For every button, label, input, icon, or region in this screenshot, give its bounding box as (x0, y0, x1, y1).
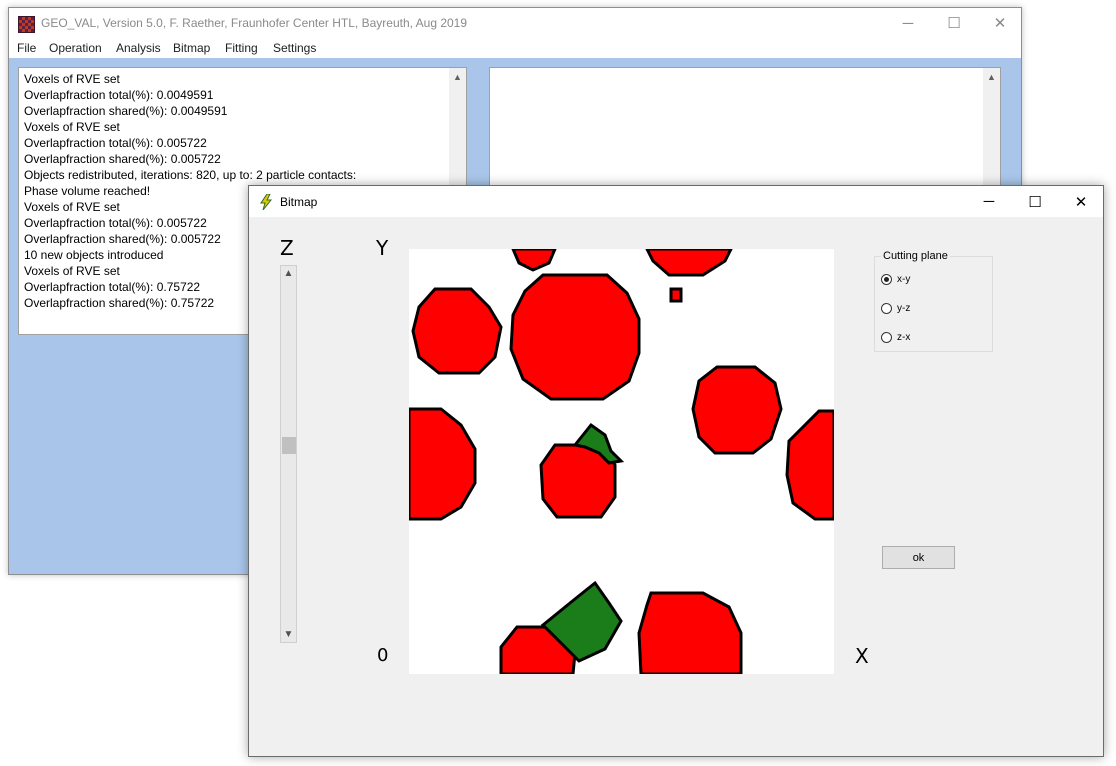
particle (411, 287, 503, 375)
particle (669, 287, 683, 303)
bitmap-dialog: Bitmap ─ ☐ ✕ Z Y 0 X ▲ ▼ Cutting plane x… (248, 185, 1104, 757)
menu-bitmap[interactable]: Bitmap (173, 41, 210, 55)
app-icon (18, 16, 35, 33)
menu-file[interactable]: File (17, 41, 36, 55)
radio-yz-label[interactable]: y-z (897, 303, 910, 314)
scroll-up-arrow-icon[interactable]: ▲ (449, 68, 466, 85)
bitmap-title: Bitmap (280, 195, 318, 209)
log-line: Objects redistributed, iterations: 820, … (24, 168, 357, 182)
close-button[interactable]: ✕ (1058, 186, 1104, 217)
x-axis-label: X (855, 644, 869, 668)
log-line: Overlapfraction total(%): 0.005722 (24, 136, 207, 150)
minimize-button[interactable]: ─ (885, 8, 931, 38)
radio-xy-label[interactable]: x-y (897, 274, 910, 285)
cutting-plane-group: Cutting plane x-y y-z z-x (874, 250, 993, 352)
menu-bar: File Operation Analysis Bitmap Fitting S… (9, 38, 1021, 58)
radio-yz-button[interactable] (881, 302, 892, 314)
scroll-up-arrow-icon[interactable]: ▲ (281, 266, 296, 281)
z-axis-label: Z (280, 236, 294, 260)
origin-label: 0 (377, 645, 389, 666)
main-window-title: GEO_VAL, Version 5.0, F. Raether, Fraunh… (41, 16, 468, 30)
particle (409, 407, 477, 521)
menu-fitting[interactable]: Fitting (225, 41, 258, 55)
bitmap-titlebar[interactable]: Bitmap ─ ☐ ✕ (249, 186, 1103, 217)
menu-operation[interactable]: Operation (49, 41, 102, 55)
close-button[interactable]: ✕ (977, 8, 1023, 38)
particle (511, 249, 557, 272)
z-scroll-thumb[interactable] (282, 436, 296, 454)
radio-yz[interactable]: y-z (881, 300, 910, 316)
log-line: Voxels of RVE set (24, 72, 120, 86)
lightning-icon (258, 194, 274, 210)
minimize-button[interactable]: ─ (966, 186, 1012, 217)
log-line: Voxels of RVE set (24, 120, 120, 134)
maximize-button[interactable]: ☐ (1012, 186, 1058, 217)
cutting-plane-legend: Cutting plane (881, 250, 950, 262)
log-line: Overlapfraction total(%): 0.0049591 (24, 88, 214, 102)
y-axis-label: Y (376, 236, 389, 260)
log-line: Overlapfraction shared(%): 0.005722 (24, 152, 221, 166)
radio-xy[interactable]: x-y (881, 271, 910, 287)
radio-zx-button[interactable] (881, 331, 892, 343)
bitmap-image[interactable] (409, 249, 834, 674)
particle (785, 409, 834, 521)
scroll-up-arrow-icon[interactable]: ▲ (983, 68, 1000, 85)
log-line: Overlapfraction shared(%): 0.0049591 (24, 104, 228, 118)
radio-xy-button[interactable] (881, 273, 892, 285)
ok-button[interactable]: ok (882, 546, 955, 569)
main-titlebar[interactable]: GEO_VAL, Version 5.0, F. Raether, Fraunh… (9, 8, 1021, 38)
particle (509, 273, 641, 401)
z-slice-scrollbar[interactable]: ▲ ▼ (280, 265, 297, 643)
maximize-button[interactable]: ☐ (931, 8, 977, 38)
particle (645, 249, 733, 277)
particle (691, 365, 783, 455)
radio-zx[interactable]: z-x (881, 329, 910, 345)
particle (637, 591, 743, 674)
menu-analysis[interactable]: Analysis (116, 41, 161, 55)
radio-zx-label[interactable]: z-x (897, 332, 910, 343)
scroll-down-arrow-icon[interactable]: ▼ (281, 627, 296, 642)
menu-settings[interactable]: Settings (273, 41, 316, 55)
